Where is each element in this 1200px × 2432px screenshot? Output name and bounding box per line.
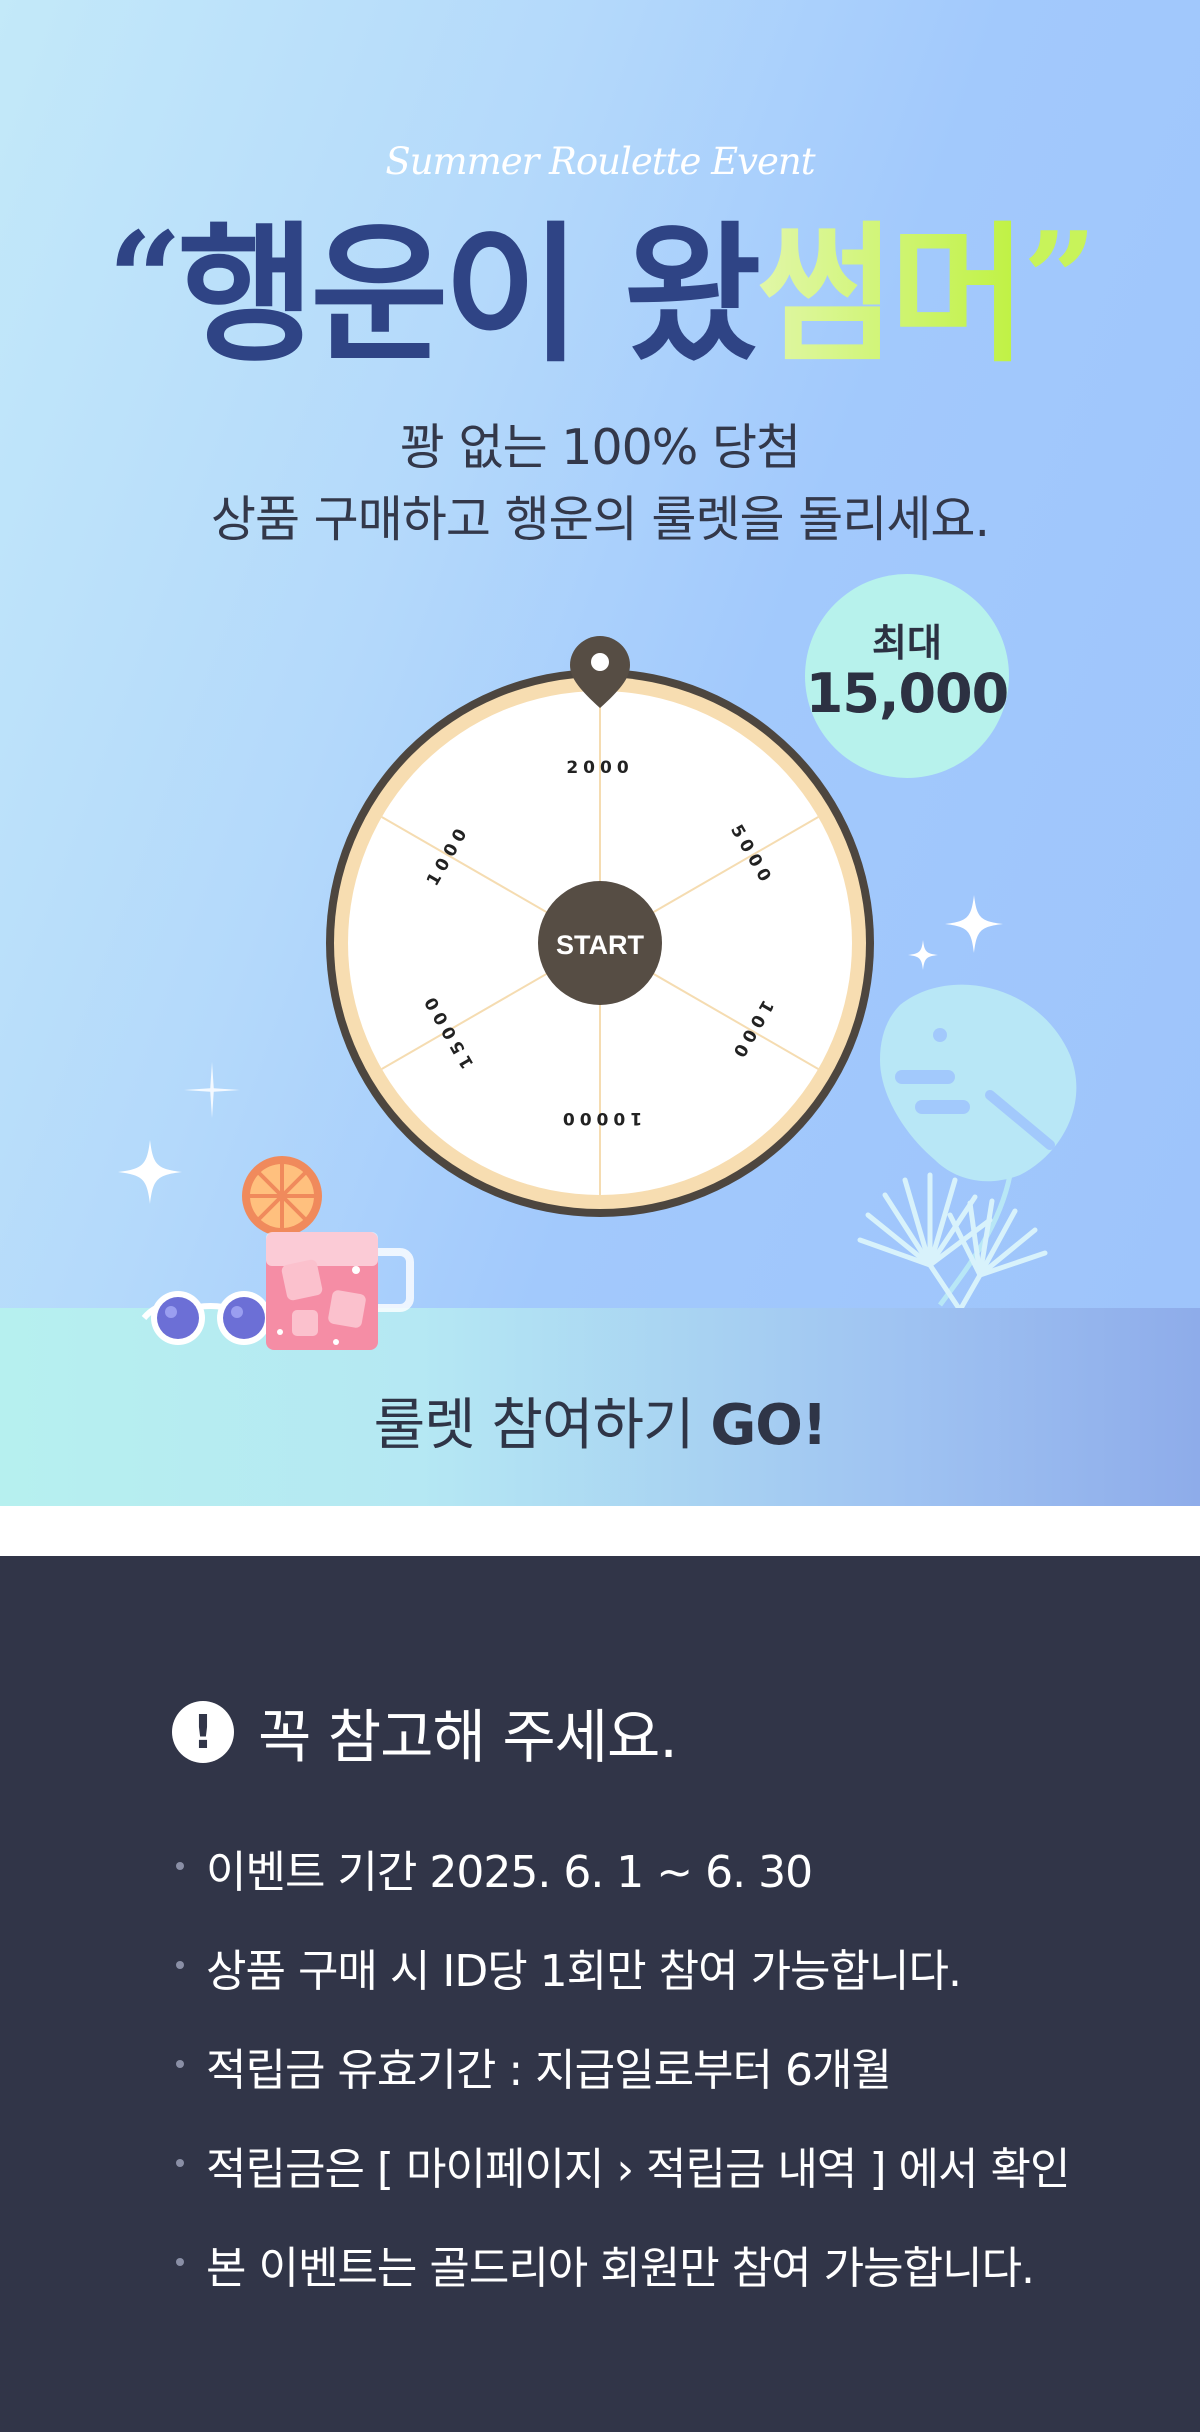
bullet-icon (176, 1961, 184, 1969)
roulette-wheel[interactable]: 10002000500010001000015000 START (320, 630, 880, 1220)
notice-item: 본 이벤트는 골드리아 회원만 참여 가능합니다. (172, 2232, 1069, 2331)
headline-open-quote: “ (107, 203, 183, 356)
exclamation-icon: ! (172, 1701, 234, 1763)
bullet-icon (176, 2258, 184, 2266)
notice-title-text: 꼭 참고해 주세요. (258, 1703, 678, 1771)
wheel-segment-label: 2000 (566, 758, 633, 778)
sparkle-icon (908, 940, 938, 970)
subtitle-line-2: 상품 구매하고 행운의 룰렛을 돌리세요. (210, 491, 990, 548)
notice-item-text: 이벤트 기간 2025. 6. 1 ~ 6. 30 (206, 1847, 813, 1898)
notice-item-text: 상품 구매 시 ID당 1회만 참여 가능합니다. (206, 1946, 962, 1997)
headline-close-quote: ” (1022, 203, 1098, 356)
sparkle-icon (184, 1062, 240, 1118)
notice-item-text: 본 이벤트는 골드리아 회원만 참여 가능합니다. (206, 2243, 1035, 2294)
notice-item: 적립금은 [ 마이페이지 › 적립금 내역 ] 에서 확인 (172, 2133, 1070, 2232)
notice-item: 이벤트 기간 2025. 6. 1 ~ 6. 30 (172, 1836, 1069, 1935)
event-eyebrow: Summer Roulette Event (385, 140, 815, 183)
notice-item-text: 적립금은 [ 마이페이지 › 적립금 내역 ] 에서 확인 (206, 2144, 1070, 2195)
roulette-join-button[interactable]: 룰렛 참여하기 GO! (0, 1380, 1200, 1461)
bullet-icon (176, 1862, 184, 1870)
cta-text[interactable]: 룰렛 참여하기 (374, 1393, 711, 1458)
max-reward-amount: 15,000 (805, 662, 1009, 725)
subtitle-line-1: 꽝 없는 100% 당첨 (399, 419, 801, 476)
start-button[interactable]: START (556, 930, 644, 960)
notice-list: 이벤트 기간 2025. 6. 1 ~ 6. 30 상품 구매 시 ID당 1회… (172, 1836, 1070, 2331)
notice-item-text: 적립금 유효기간 : 지급일로부터 6개월 (206, 2045, 892, 2096)
notice-item: 적립금 유효기간 : 지급일로부터 6개월 (172, 2034, 1069, 2133)
wheel-segment-label: 10000 (558, 1108, 642, 1128)
pink-drink-illustration (242, 1156, 414, 1350)
headline: “행운이 왔썸머” (0, 200, 1200, 376)
max-reward-badge: 최대 15,000 (805, 574, 1009, 778)
sparkle-icon (945, 895, 1003, 953)
bullet-icon (176, 2159, 184, 2167)
notice-title: ! 꼭 참고해 주세요. (172, 1697, 678, 1771)
notice-item: 상품 구매 시 ID당 1회만 참여 가능합니다. (172, 1935, 1069, 2034)
headline-accent: 썸머 (756, 209, 1028, 383)
sparkle-icon (118, 1140, 182, 1204)
cta-go[interactable]: GO! (710, 1393, 827, 1458)
max-reward-label: 최대 (872, 621, 942, 665)
notice-section: ! 꼭 참고해 주세요. 이벤트 기간 2025. 6. 1 ~ 6. 30 상… (0, 1556, 1200, 2432)
headline-main: 행운이 왔 (177, 209, 761, 383)
bullet-icon (176, 2060, 184, 2068)
event-hero: Summer Roulette Event “행운이 왔썸머” 꽝 없는 100… (0, 0, 1200, 1310)
